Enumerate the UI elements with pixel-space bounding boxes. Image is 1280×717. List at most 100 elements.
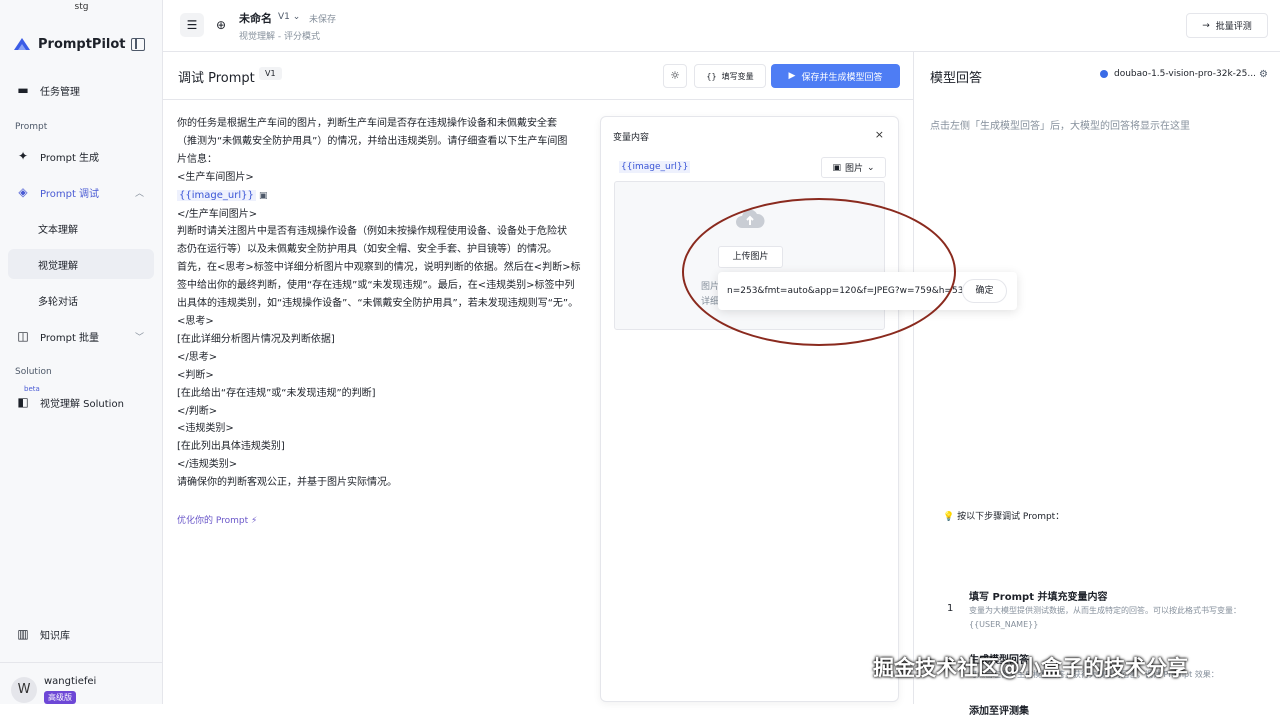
version-dropdown[interactable]: V1 ⌄ <box>278 12 300 22</box>
image-icon: ▣ <box>259 190 268 201</box>
sliders-icon[interactable]: ⚙ <box>1259 69 1268 80</box>
model-select[interactable]: doubao-1.5-vision-pro-32k-25... <box>1100 69 1256 79</box>
save-status: 未保存 <box>309 15 337 25</box>
variable-line: {{image_url}} ▣ <box>177 187 592 206</box>
response-title: 模型回答 <box>930 71 983 86</box>
sidebar-item-prompt-gen[interactable]: ✦ Prompt 生成 <box>8 141 154 171</box>
app-logo[interactable]: PromptPilot <box>12 36 126 52</box>
top-bar: ☰ ⊕ 未命名 V1 ⌄ 未保存 视觉理解 - 评分模式 → 批量评测 <box>163 0 1280 52</box>
sidebar-item-label: 视觉理解 <box>38 260 78 272</box>
step-desc: 变量为大模型提供测试数据，从而生成特定的回答。可以按此格式书写变量：{{USER… <box>969 606 1241 629</box>
sidebar-item-label: 多轮对话 <box>38 296 78 308</box>
variable-type-select[interactable]: ▣ 图片 ⌄ <box>821 157 886 178</box>
chevron-down-icon: ﹀ <box>134 332 144 343</box>
response-placeholder: 点击左侧「生成模型回答」后，大模型的回答将显示在这里 <box>930 121 1190 132</box>
prompt-line: </思考> <box>177 351 218 363</box>
watermark-text: 掘金技术社区@小盒子的技术分享 <box>873 656 1188 680</box>
avatar: W <box>11 677 37 703</box>
prompt-header: 调试 Prompt V1 ☼ {} 填写变量 ▶ 保存并生成模型回答 <box>163 52 914 100</box>
save-generate-label: 保存并生成模型回答 <box>801 72 883 83</box>
sidebar-item-label: Prompt 生成 <box>40 152 100 164</box>
sidebar-item-knowledge[interactable]: ▥ 知识库 <box>8 619 154 649</box>
app-name: PromptPilot <box>38 36 126 52</box>
sidebar-item-task[interactable]: ▬ 任务管理 <box>8 75 154 105</box>
sidebar-item-label: 视觉理解 Solution <box>40 398 124 410</box>
optimize-prompt-link[interactable]: 优化你的 Prompt ⚡ <box>177 513 257 526</box>
image-icon: ▣ <box>832 162 841 173</box>
prompt-line: <思考> <box>177 315 214 327</box>
sidebar-item-label: 文本理解 <box>38 224 78 236</box>
promptpilot-logo-icon <box>14 38 30 50</box>
sidebar-item-prompt-debug[interactable]: ◈ Prompt 调试 ︿ <box>8 177 154 207</box>
fill-variables-label: 填写变量 <box>721 71 754 81</box>
sparkle-icon: ✦ <box>17 149 29 163</box>
menu-icon[interactable]: ☰ <box>180 13 204 37</box>
play-icon: ▶ <box>788 71 796 81</box>
prompt-line: 请确保你的判断客观公正，并基于图片实际情况。 <box>177 477 397 489</box>
add-circle-icon[interactable]: ⊕ <box>209 13 233 37</box>
sidebar-item-label: Prompt 调试 <box>40 188 100 200</box>
prompt-line: [在此给出“存在违规”或“未发现违规”的判断] <box>177 387 376 399</box>
prompt-line: 你的任务是根据生产车间的图片，判断生产车间是否存在违规操作设备和未佩戴安全套 <box>177 118 557 129</box>
prompt-line: [在此详细分析图片情况及判断依据] <box>177 333 335 345</box>
steps-intro: 💡 按以下步骤调试 Prompt： <box>943 512 1065 522</box>
prompt-line: 首先，在<思考>标签中详细分析图片中观察到的情况，说明判断的依据。然后在<判断>… <box>177 262 581 274</box>
batch-icon: ◫ <box>17 329 29 343</box>
sidebar-item-visual-solution[interactable]: ◧ 视觉理解 Solution <box>8 387 154 417</box>
model-name: doubao-1.5-vision-pro-32k-25... <box>1114 69 1256 79</box>
prompt-line: <违规类别> <box>177 423 234 435</box>
collapse-sidebar-icon[interactable] <box>131 38 145 51</box>
prompt-editor[interactable]: 你的任务是根据生产车间的图片，判断生产车间是否存在违规操作设备和未佩戴安全套 （… <box>177 115 592 492</box>
chevron-down-icon: ⌄ <box>866 162 875 173</box>
prompt-line: 签中给出你的最终判断，使用“存在违规”或“未发现违规”。最后，在<违规类别>标签… <box>177 280 575 292</box>
sidebar-item-label: 任务管理 <box>40 86 80 98</box>
sidebar: stg PromptPilot ▬ 任务管理 Prompt ✦ Prompt 生… <box>0 0 163 704</box>
sidebar-item-multi-turn[interactable]: 多轮对话 <box>8 285 154 315</box>
user-name: wangtiefei <box>44 676 97 687</box>
save-generate-button[interactable]: ▶ 保存并生成模型回答 <box>771 64 900 88</box>
magic-wand-icon: ⚡ <box>251 516 258 526</box>
section-prompt: Prompt <box>15 122 48 132</box>
solution-icon: ◧ <box>17 395 29 409</box>
debug-icon: ◈ <box>18 185 28 199</box>
arrow-right-icon: → <box>1202 20 1210 31</box>
breadcrumb: 视觉理解 - 评分模式 <box>239 32 320 42</box>
prompt-line: 判断时请关注图片中是否有违规操作设备（例如未按操作规程使用设备、设备处于危险状 <box>177 226 567 238</box>
image-url-variable[interactable]: {{image_url}} <box>177 189 256 201</box>
prompt-line: 出具体的违规类别，如“违规操作设备”、“未佩戴安全防护用具”，若未发现违规则写“… <box>177 298 579 310</box>
sidebar-item-label: Prompt 批量 <box>40 332 100 344</box>
prompt-line: 片信息： <box>177 153 217 165</box>
sidebar-item-label: 知识库 <box>40 630 70 642</box>
user-profile[interactable]: W wangtiefei 高级版 <box>0 662 163 704</box>
prompt-line: </判断> <box>177 405 218 417</box>
step-title: 添加至评测集 <box>969 706 1029 717</box>
prompt-line: 态仍在运行等）以及未佩戴安全防护用具（如安全帽、安全手套、护目镜等）的情况。 <box>177 244 557 256</box>
fill-variables-button[interactable]: {} 填写变量 <box>694 64 766 88</box>
close-icon[interactable]: × <box>875 128 884 141</box>
model-logo-icon <box>1100 70 1108 78</box>
optimize-label: 优化你的 Prompt <box>177 516 249 526</box>
prompt-line: <判断> <box>177 369 214 381</box>
variable-type-label: 图片 <box>844 164 863 174</box>
document-name[interactable]: 未命名 <box>239 10 272 26</box>
step-title: 填写 Prompt 并填充变量内容 <box>969 592 1108 603</box>
variable-name: {{image_url}} <box>619 161 691 173</box>
batch-eval-button[interactable]: → 批量评测 <box>1186 13 1268 38</box>
env-label: stg <box>74 2 89 12</box>
braces-icon: {} <box>706 71 717 81</box>
prompt-line: </违规类别> <box>177 459 238 471</box>
version-badge: V1 <box>259 67 282 80</box>
chevron-down-icon: ⌄ <box>292 12 301 22</box>
prompt-line: <生产车间图片> <box>177 171 254 183</box>
chevron-up-icon: ︿ <box>134 188 144 199</box>
settings-sun-icon[interactable]: ☼ <box>663 64 687 88</box>
sidebar-item-visual-understand[interactable]: 视觉理解 <box>8 249 154 279</box>
section-solution: Solution <box>15 367 52 377</box>
library-icon: ▥ <box>17 627 29 641</box>
sidebar-item-prompt-batch[interactable]: ◫ Prompt 批量 ﹀ <box>8 321 154 351</box>
sidebar-item-text-understand[interactable]: 文本理解 <box>8 213 154 243</box>
prompt-line: （推测为“未佩戴安全防护用具”）的情况，并给出违规类别。请仔细查看以下生产车间图 <box>177 135 568 147</box>
prompt-line: [在此列出具体违规类别] <box>177 441 285 453</box>
plan-badge: 高级版 <box>44 691 76 704</box>
variable-panel-title: 变量内容 <box>613 133 650 143</box>
